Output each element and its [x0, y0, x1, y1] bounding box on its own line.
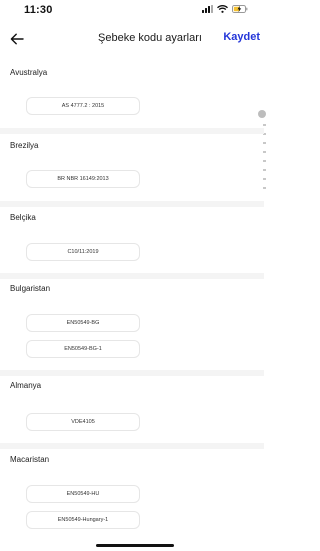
grid-code-option[interactable]: EN50549-HU [26, 485, 140, 503]
country-label-avustralya: Avustralya [10, 68, 48, 77]
page-title: Şebeke kodu ayarları [98, 32, 202, 44]
section-divider [0, 201, 264, 207]
status-icons [202, 5, 248, 13]
grid-code-option[interactable]: VDE4105 [26, 413, 140, 431]
info-icon [258, 110, 266, 118]
home-indicator [96, 544, 174, 547]
grid-code-option[interactable]: EN50549-BG [26, 314, 140, 332]
grid-code-option[interactable]: EN50549-Hungary-1 [26, 511, 140, 529]
country-label-macaristan: Macaristan [10, 455, 50, 464]
battery-charging-icon [232, 5, 248, 13]
country-label-almanya: Almanya [10, 381, 42, 390]
grid-code-option[interactable]: EN50549-BG-1 [26, 340, 140, 358]
cellular-signal-icon [202, 5, 213, 13]
back-button[interactable] [2, 24, 32, 54]
section-divider [0, 128, 264, 134]
country-label-belcika: Belçika [10, 213, 36, 222]
section-divider [0, 443, 264, 449]
save-button[interactable]: Kaydet [223, 31, 260, 43]
navigation-bar: Şebeke kodu ayarları Kaydet [0, 24, 264, 54]
country-label-bulgaristan: Bulgaristan [10, 284, 51, 293]
grid-code-option[interactable]: BR NBR 16149:2013 [26, 170, 140, 188]
wifi-icon [217, 5, 228, 13]
section-divider [0, 370, 264, 376]
side-info-card [256, 108, 268, 204]
grid-code-option[interactable]: AS 4777.2 : 2015 [26, 97, 140, 115]
status-bar: 11:30 [0, 0, 264, 20]
arrow-left-icon [10, 33, 24, 45]
section-divider [0, 273, 264, 279]
grid-code-option[interactable]: C10/11:2019 [26, 243, 140, 261]
status-time: 11:30 [24, 4, 53, 16]
country-label-brezilya: Brezilya [10, 141, 39, 150]
